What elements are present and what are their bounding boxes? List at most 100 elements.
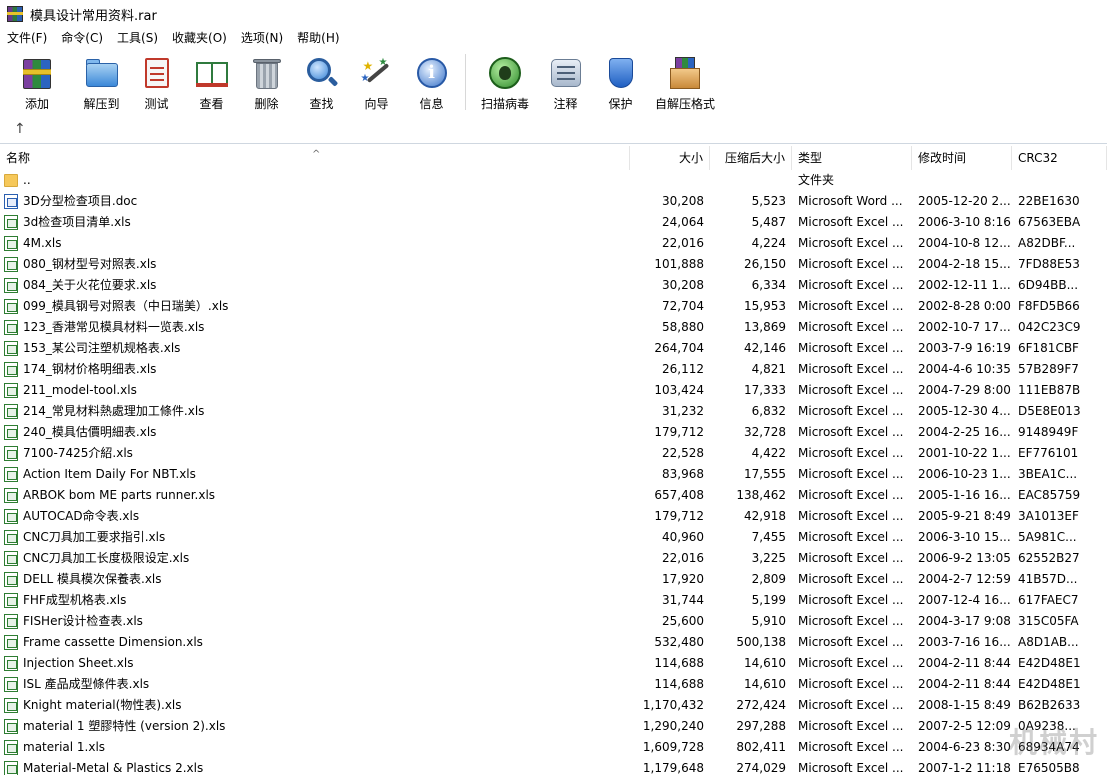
file-crc: 5A981C... [1018,530,1077,544]
file-row[interactable]: .. 文件夹 [0,170,1107,191]
info-button[interactable]: i 信息 [404,50,459,114]
file-crc: 6F181CBF [1018,341,1079,355]
view-button[interactable]: 查看 [184,50,239,114]
file-type: Microsoft Excel ... [798,383,904,397]
menu-bar: 文件(F) 命令(C) 工具(S) 收藏夹(O) 选项(N) 帮助(H) [0,28,1107,48]
file-row[interactable]: Knight material(物性表).xls 1,170,432 272,424… [0,695,1107,716]
excel-xls-icon [4,404,18,419]
file-packed-size: 14,610 [744,677,786,691]
column-packed[interactable]: 压缩后大小 [710,146,792,170]
file-row[interactable]: 3D分型检查项目.doc 30,208 5,523 Microsoft Word ..… [0,191,1107,212]
file-row[interactable]: DELL 模具模次保養表.xls 17,920 2,809 Microsoft Exc… [0,569,1107,590]
file-crc: EF776101 [1018,446,1079,460]
menu-options[interactable]: 选项(N) [234,28,290,48]
file-row[interactable]: 211_model-tool.xls 103,424 17,333 Microsoft… [0,380,1107,401]
file-row[interactable]: FISHer设计检查表.xls 25,600 5,910 Microsoft Exce… [0,611,1107,632]
file-type: Microsoft Excel ... [798,446,904,460]
file-row[interactable]: 099_模具钢号对照表（中日瑞美）.xls 72,704 15,953 Microso… [0,296,1107,317]
file-type: Microsoft Excel ... [798,740,904,754]
file-name: 7100-7425介紹.xls [23,446,133,460]
watermark-logo: 机械村 [1008,726,1099,759]
file-crc: 315C05FA [1018,614,1079,628]
file-row[interactable]: material 1 塑膠特性 (version 2).xls 1,290,240… [0,716,1107,737]
file-name: material 1 塑膠特性 (version 2).xls [23,719,226,733]
file-row[interactable]: 174_钢材价格明细表.xls 26,112 4,821 Microsoft Exce… [0,359,1107,380]
file-row[interactable]: 240_模具估價明細表.xls 179,712 32,728 Microsoft Ex… [0,422,1107,443]
file-row[interactable]: Action Item Daily For NBT.xls 83,968 17,55… [0,464,1107,485]
file-row[interactable]: 153_某公司注塑机规格表.xls 264,704 42,146 Microsoft … [0,338,1107,359]
column-size[interactable]: 大小 [630,146,710,170]
menu-commands[interactable]: 命令(C) [54,28,110,48]
file-row[interactable]: material 1.xls 1,609,728 802,411 Microsoft … [0,737,1107,758]
file-type: Microsoft Excel ... [798,362,904,376]
file-packed-size: 13,869 [744,320,786,334]
excel-xls-icon [4,677,18,692]
column-name[interactable]: 名称 ^ [0,146,630,170]
file-name-cell: 7100-7425介紹.xls [0,443,630,464]
file-row[interactable]: 4M.xls 22,016 4,224 Microsoft Excel ... 2004… [0,233,1107,254]
file-row[interactable]: FHF成型机格表.xls 31,744 5,199 Microsoft Excel .… [0,590,1107,611]
menu-file[interactable]: 文件(F) [0,28,54,48]
file-name-cell: 153_某公司注塑机规格表.xls [0,338,630,359]
excel-xls-icon [4,257,18,272]
file-packed-size: 297,288 [736,719,786,733]
column-type[interactable]: 类型 [792,146,912,170]
file-row[interactable]: 3d检查项目清单.xls 24,064 5,487 Microsoft Excel .… [0,212,1107,233]
file-packed-size: 802,411 [736,740,786,754]
find-button[interactable]: 查找 [294,50,349,114]
file-row[interactable]: ARBOK bom ME parts runner.xls 657,408 138,… [0,485,1107,506]
menu-favorites[interactable]: 收藏夹(O) [165,28,234,48]
file-row[interactable]: Frame cassette Dimension.xls 532,480 500,1… [0,632,1107,653]
file-size: 17,920 [662,572,704,586]
file-packed-size: 5,199 [751,593,786,607]
file-row[interactable]: ISL 產品成型條件表.xls 114,688 14,610 Microsoft Ex… [0,674,1107,695]
file-row[interactable]: 7100-7425介紹.xls 22,528 4,422 Microsoft Exce… [0,443,1107,464]
test-button[interactable]: 测试 [129,50,184,114]
file-name-cell: 099_模具钢号对照表（中日瑞美）.xls [0,296,630,317]
file-name-cell: .. [0,170,630,191]
file-row[interactable]: Injection Sheet.xls 114,688 14,610 Microsof… [0,653,1107,674]
wizard-button[interactable]: ★ ★ ★ 向导 [349,50,404,114]
file-row[interactable]: Material-Metal & Plastics 2.xls 1,179,648… [0,758,1107,775]
menu-help[interactable]: 帮助(H) [290,28,346,48]
file-row[interactable]: 123_香港常见模具材料一览表.xls 58,880 13,869 Microsoft… [0,317,1107,338]
folder-extract-icon [84,55,120,91]
up-arrow-icon[interactable]: ↑ [14,121,26,137]
file-name-cell: ARBOK bom ME parts runner.xls [0,485,630,506]
virus-scan-button[interactable]: 扫描病毒 [472,50,538,114]
delete-button[interactable]: 删除 [239,50,294,114]
file-modified: 2003-7-16 16... [918,635,1011,649]
menu-tools[interactable]: 工具(S) [110,28,165,48]
file-crc: 6D94BB... [1018,278,1079,292]
excel-xls-icon [4,425,18,440]
file-row[interactable]: 214_常見材料熱處理加工條件.xls 31,232 6,832 Microsoft … [0,401,1107,422]
file-name: AUTOCAD命令表.xls [23,509,140,523]
file-row[interactable]: 080_钢材型号对照表.xls 101,888 26,150 Microsoft Ex… [0,254,1107,275]
file-name: 084_关于火花位要求.xls [23,278,157,292]
word-doc-icon [4,194,18,209]
file-modified: 2006-10-23 1... [918,467,1011,481]
file-crc: 617FAEC7 [1018,593,1079,607]
trash-icon [249,55,285,91]
file-row[interactable]: 084_关于火花位要求.xls 30,208 6,334 Microsoft Exce… [0,275,1107,296]
file-row[interactable]: AUTOCAD命令表.xls 179,712 42,918 Microsoft Exc… [0,506,1107,527]
file-packed-size: 5,487 [751,215,786,229]
file-type: Microsoft Excel ... [798,761,904,775]
file-modified: 2007-1-2 11:18 [918,761,1011,775]
add-button[interactable]: 添加 [0,50,74,114]
comment-icon [548,55,584,91]
file-name-cell: 174_钢材价格明细表.xls [0,359,630,380]
extract-to-button[interactable]: 解压到 [74,50,129,114]
comment-button[interactable]: 注释 [538,50,593,114]
column-modified[interactable]: 修改时间 [912,146,1012,170]
excel-xls-icon [4,656,18,671]
sfx-button[interactable]: 自解压格式 [648,50,722,114]
file-packed-size: 6,832 [751,404,786,418]
column-crc[interactable]: CRC32 [1012,146,1107,170]
file-row[interactable]: CNC刀具加工长度极限设定.xls 22,016 3,225 Microsoft Ex… [0,548,1107,569]
file-row[interactable]: CNC刀具加工要求指引.xls 40,960 7,455 Microsoft Exce… [0,527,1107,548]
file-crc: B62B2633 [1018,698,1081,712]
protect-button[interactable]: 保护 [593,50,648,114]
file-name: 099_模具钢号对照表（中日瑞美）.xls [23,299,229,313]
file-name-cell: Action Item Daily For NBT.xls [0,464,630,485]
